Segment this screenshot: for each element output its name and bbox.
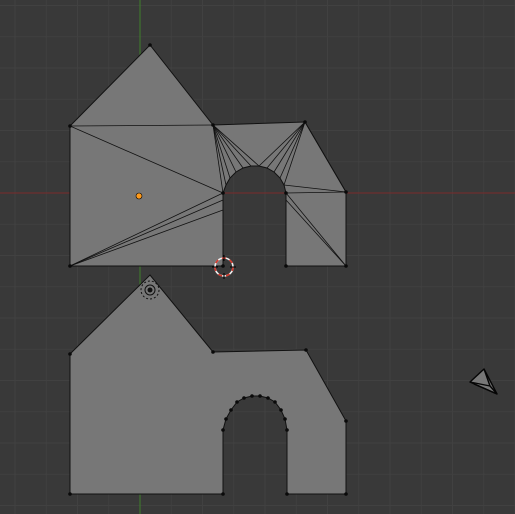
triangulated-mesh[interactable] bbox=[68, 43, 348, 268]
object-origin-icon[interactable] bbox=[135, 192, 143, 200]
triangulated-mesh-faces[interactable] bbox=[69, 44, 347, 267]
ngon-mesh[interactable] bbox=[68, 274, 348, 496]
ngon-mesh-face[interactable] bbox=[69, 274, 347, 495]
viewport-canvas[interactable] bbox=[0, 0, 515, 514]
3d-viewport[interactable] bbox=[0, 0, 515, 514]
